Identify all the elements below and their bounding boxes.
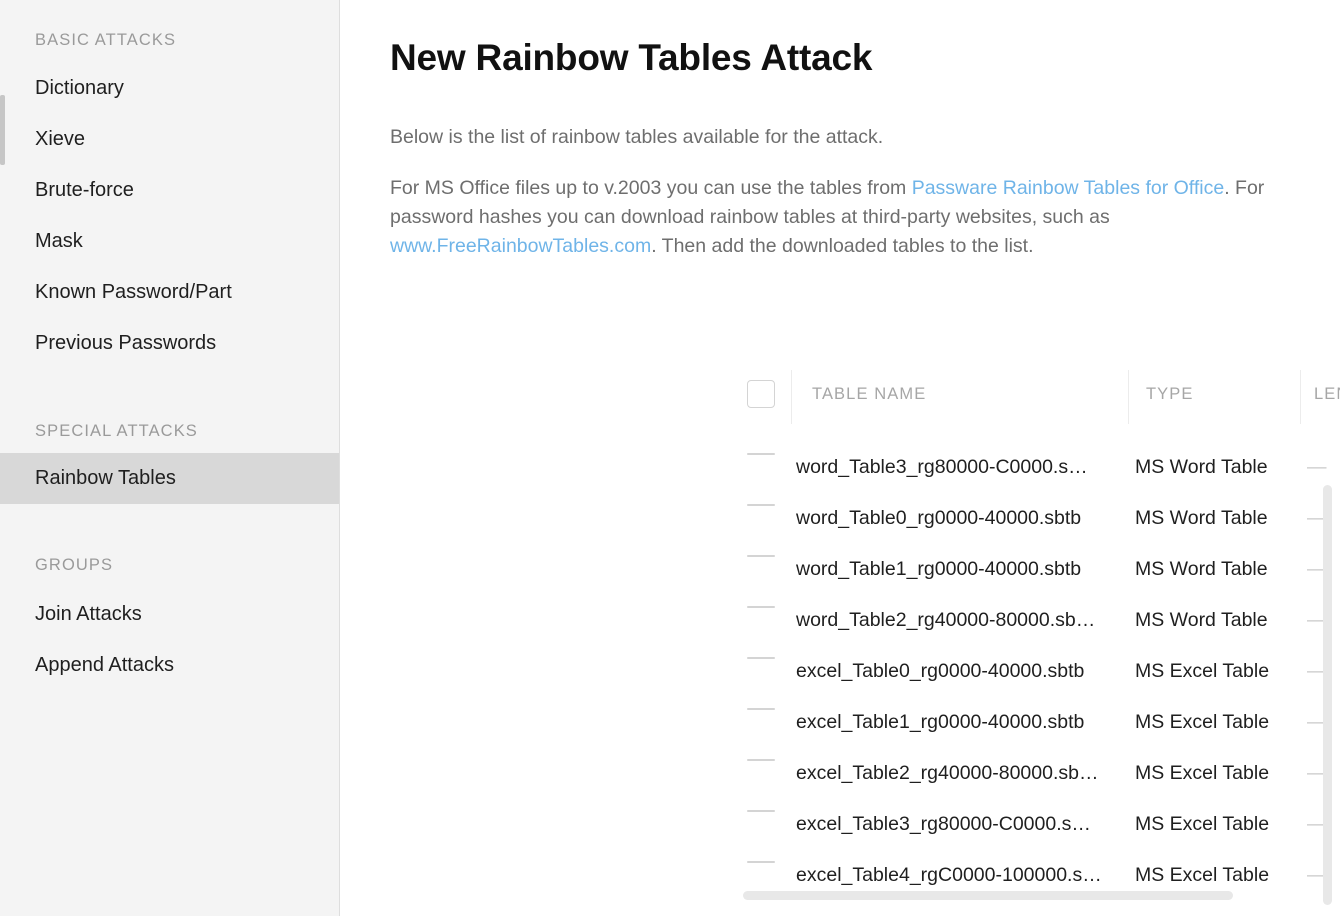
sidebar-item-dictionary[interactable]: Dictionary <box>0 63 339 114</box>
cell-table-name: word_Table1_rg0000-40000.sbtb <box>796 544 1126 595</box>
free-rainbow-tables-link[interactable]: www.FreeRainbowTables.com <box>390 235 651 257</box>
sidebar-item-previous-passwords[interactable]: Previous Passwords <box>0 318 339 369</box>
sidebar: BASIC ATTACKS Dictionary Xieve Brute-for… <box>0 0 340 916</box>
cell-table-name: excel_Table2_rg40000-80000.sb… <box>796 748 1126 799</box>
row-checkbox[interactable] <box>747 657 775 659</box>
row-checkbox[interactable] <box>747 606 775 608</box>
column-header-table-name[interactable]: TABLE NAME <box>812 385 926 404</box>
horizontal-scrollbar-thumb[interactable] <box>743 891 1233 900</box>
cell-table-name: excel_Table3_rg80000-C0000.s… <box>796 799 1126 850</box>
sidebar-item-known-password-part[interactable]: Known Password/Part <box>0 267 339 318</box>
table-row[interactable]: word_Table3_rg80000-C0000.s…MS Word Tabl… <box>340 442 1340 493</box>
description-part-3: . Then add the downloaded tables to the … <box>651 235 1033 257</box>
cell-type: MS Excel Table <box>1135 646 1300 697</box>
column-header-type[interactable]: TYPE <box>1146 385 1194 404</box>
select-all-checkbox[interactable] <box>747 380 775 408</box>
cell-table-name: word_Table2_rg40000-80000.sb… <box>796 595 1126 646</box>
sidebar-item-mask[interactable]: Mask <box>0 216 339 267</box>
page-title: New Rainbow Tables Attack <box>390 37 872 79</box>
column-header-length[interactable]: LENG… <box>1314 385 1340 404</box>
table-row[interactable]: word_Table2_rg40000-80000.sb…MS Word Tab… <box>340 595 1340 646</box>
cell-type: MS Excel Table <box>1135 748 1300 799</box>
cell-table-name: word_Table0_rg0000-40000.sbtb <box>796 493 1126 544</box>
cell-table-name: excel_Table1_rg0000-40000.sbtb <box>796 697 1126 748</box>
table-header-row: TABLE NAME TYPE LENG… PATH <box>340 365 1340 428</box>
table-row[interactable]: excel_Table2_rg40000-80000.sb…MS Excel T… <box>340 748 1340 799</box>
table-row[interactable]: word_Table0_rg0000-40000.sbtbMS Word Tab… <box>340 493 1340 544</box>
sidebar-item-rainbow-tables[interactable]: Rainbow Tables <box>0 453 339 504</box>
sidebar-group-basic-attacks: BASIC ATTACKS <box>0 31 176 50</box>
cell-table-name: excel_Table0_rg0000-40000.sbtb <box>796 646 1126 697</box>
sidebar-group-special-attacks: SPECIAL ATTACKS <box>0 422 198 441</box>
passware-rainbow-tables-link[interactable]: Passware Rainbow Tables for Office <box>912 177 1225 199</box>
cell-type: MS Excel Table <box>1135 697 1300 748</box>
column-divider <box>791 370 792 424</box>
cell-type: MS Excel Table <box>1135 799 1300 850</box>
main-content: New Rainbow Tables Attack Below is the l… <box>340 0 1340 916</box>
row-checkbox[interactable] <box>747 555 775 557</box>
table-row[interactable]: excel_Table1_rg0000-40000.sbtbMS Excel T… <box>340 697 1340 748</box>
description-part-1: For MS Office files up to v.2003 you can… <box>390 177 912 199</box>
cell-type: MS Word Table <box>1135 544 1300 595</box>
row-checkbox[interactable] <box>747 810 775 812</box>
vertical-scrollbar-thumb[interactable] <box>1323 485 1332 905</box>
intro-text: Below is the list of rainbow tables avai… <box>390 126 883 149</box>
cell-type: MS Word Table <box>1135 493 1300 544</box>
row-checkbox[interactable] <box>747 759 775 761</box>
sidebar-group-groups: GROUPS <box>0 556 113 575</box>
vertical-scrollbar[interactable] <box>1323 485 1332 905</box>
sidebar-item-brute-force[interactable]: Brute-force <box>0 165 339 216</box>
row-checkbox[interactable] <box>747 504 775 506</box>
horizontal-scrollbar[interactable] <box>743 891 1233 900</box>
rainbow-tables-table: TABLE NAME TYPE LENG… PATH word_Table3_r… <box>340 365 1340 916</box>
row-checkbox[interactable] <box>747 453 775 455</box>
sidebar-item-join-attacks[interactable]: Join Attacks <box>0 589 339 640</box>
sidebar-item-xieve[interactable]: Xieve <box>0 114 339 165</box>
table-row[interactable]: word_Table1_rg0000-40000.sbtbMS Word Tab… <box>340 544 1340 595</box>
sidebar-item-append-attacks[interactable]: Append Attacks <box>0 640 339 691</box>
column-divider <box>1128 370 1129 424</box>
row-checkbox[interactable] <box>747 861 775 863</box>
cell-type: MS Word Table <box>1135 442 1300 493</box>
row-checkbox[interactable] <box>747 708 775 710</box>
description-paragraph: For MS Office files up to v.2003 you can… <box>390 174 1315 261</box>
table-row[interactable]: excel_Table0_rg0000-40000.sbtbMS Excel T… <box>340 646 1340 697</box>
column-divider <box>1300 370 1301 424</box>
cell-type: MS Word Table <box>1135 595 1300 646</box>
table-row[interactable]: excel_Table3_rg80000-C0000.s…MS Excel Ta… <box>340 799 1340 850</box>
app-window: BASIC ATTACKS Dictionary Xieve Brute-for… <box>0 0 1340 916</box>
cell-table-name: word_Table3_rg80000-C0000.s… <box>796 442 1126 493</box>
